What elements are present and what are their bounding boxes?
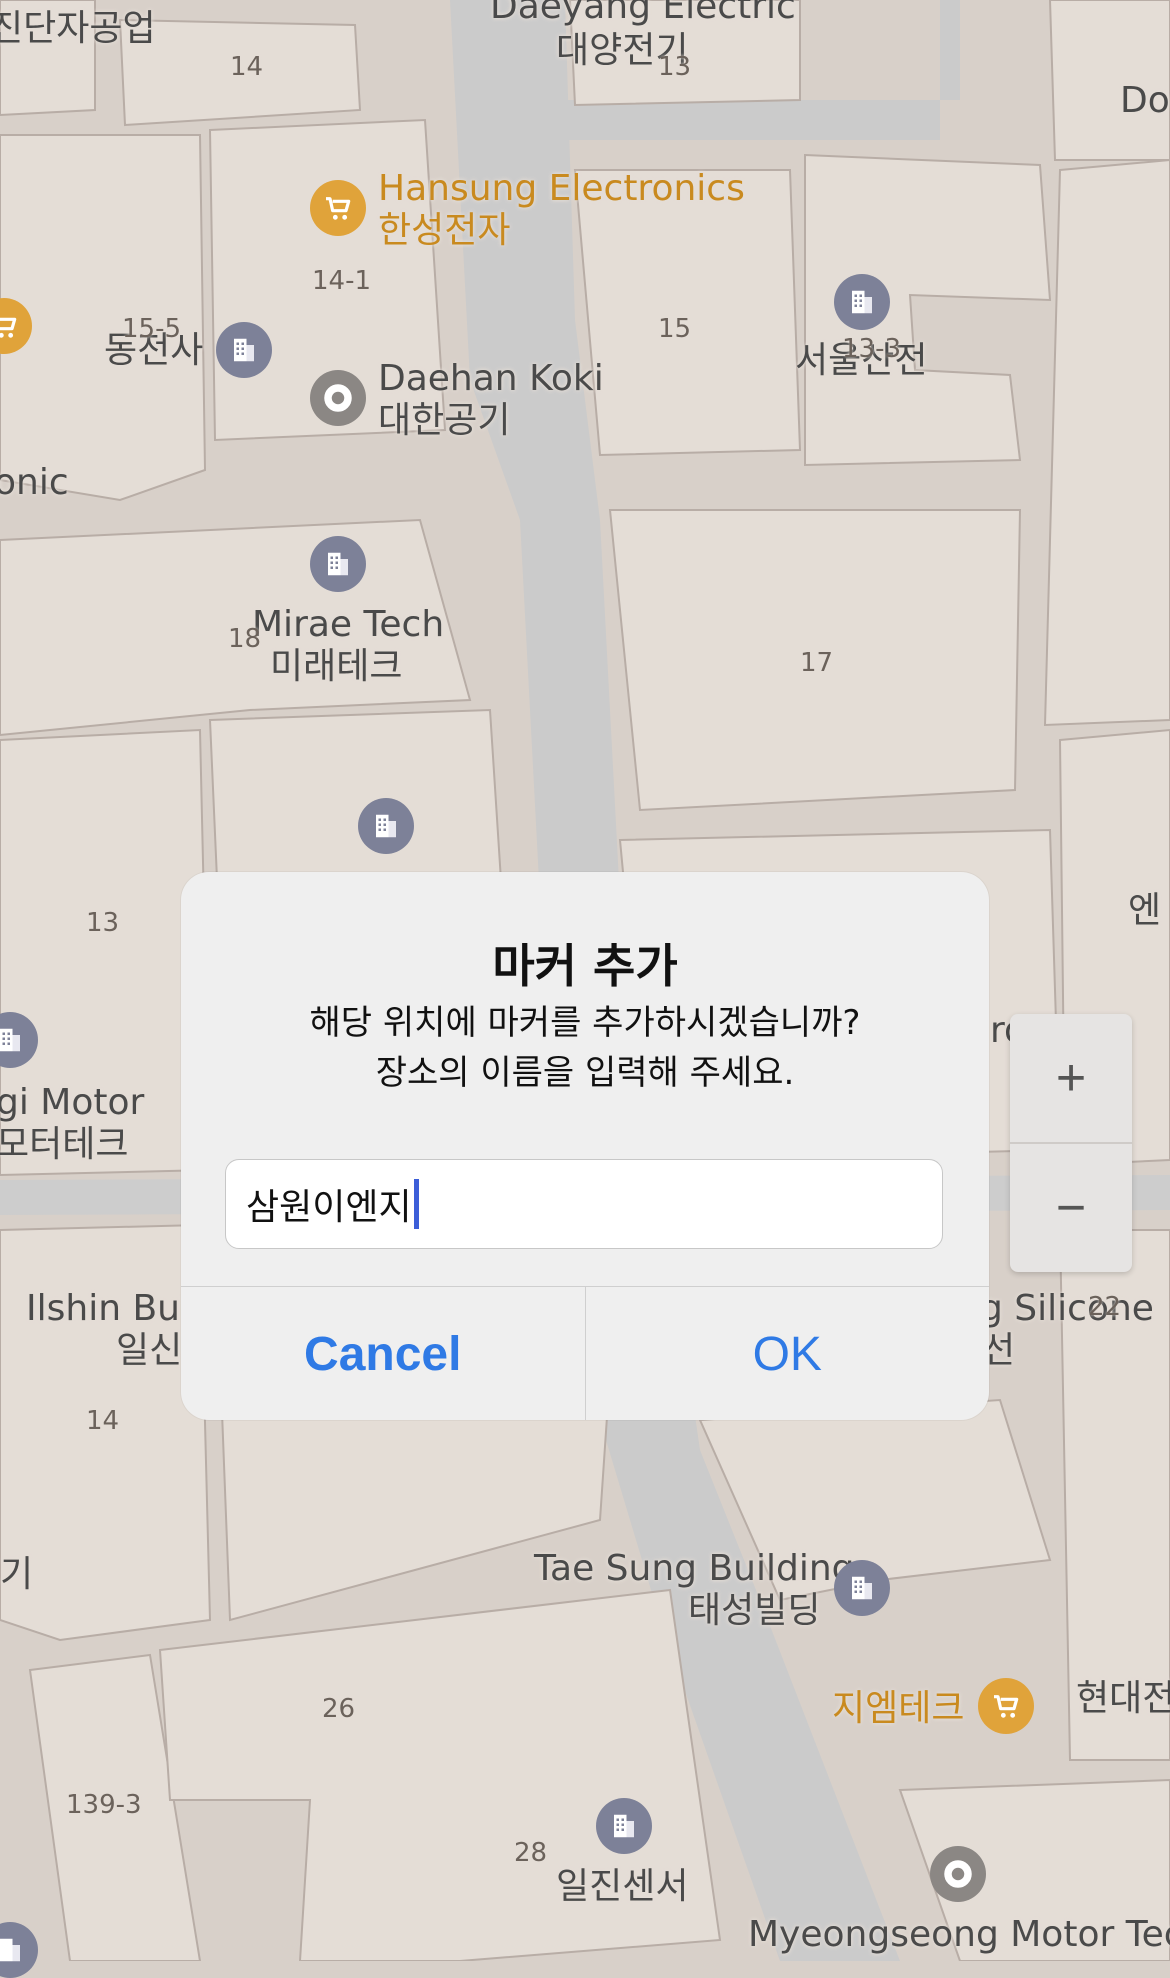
place-icon[interactable] — [310, 370, 366, 426]
lot-number: 14 — [230, 52, 264, 82]
lot-number: 18 — [228, 624, 262, 654]
map-label: 진단자공업 — [0, 8, 156, 49]
text-cursor — [413, 1179, 419, 1229]
dialog-message: 해당 위치에 마커를 추가하시겠습니까? 장소의 이름을 입력해 주세요. — [211, 998, 959, 1098]
map-label: Daehan Koki — [378, 358, 604, 399]
building-icon[interactable] — [596, 1798, 652, 1854]
map-label: 엔 — [1128, 890, 1162, 931]
building-icon[interactable] — [216, 322, 272, 378]
dialog-buttons: Cancel OK — [181, 1286, 989, 1420]
dialog-message-line: 장소의 이름을 입력해 주세요. — [375, 1053, 795, 1093]
lot-number: 28 — [514, 1838, 548, 1868]
map-label: onic — [0, 462, 69, 503]
lot-number: 26 — [322, 1694, 356, 1724]
building-icon[interactable] — [310, 536, 366, 592]
lot-number: 13 — [86, 908, 120, 938]
map-label: 일진센서 — [556, 1866, 689, 1907]
map-label: 모터테크 — [0, 1124, 129, 1165]
zoom-out-button[interactable]: − — [1010, 1142, 1132, 1272]
ok-button[interactable]: OK — [586, 1287, 990, 1420]
map-label: 대한공기 — [378, 400, 511, 441]
map-label: Myeongseong Motor Tech — [748, 1914, 1170, 1955]
map-label: Daeyang Electric — [490, 0, 796, 27]
building-icon[interactable] — [358, 798, 414, 854]
zoom-control: + − — [1010, 1014, 1132, 1272]
building-icon[interactable] — [834, 1560, 890, 1616]
lot-number: 17 — [800, 648, 834, 678]
map-label: gi Motor — [0, 1082, 145, 1123]
map-label: 미래테크 — [270, 646, 403, 687]
building-icon[interactable] — [834, 274, 890, 330]
lot-number: 14-1 — [312, 266, 372, 296]
map-label: Ilshin Buil — [26, 1288, 200, 1329]
map-label: 일신 — [116, 1330, 183, 1371]
cancel-button[interactable]: Cancel — [181, 1287, 586, 1420]
lot-number: 13-3 — [842, 334, 902, 364]
map-label: g Silicone — [980, 1288, 1154, 1329]
lot-number: 14 — [86, 1406, 120, 1436]
map-label: 한성전자 — [378, 210, 511, 251]
lot-number: 22 — [1088, 1292, 1122, 1322]
add-marker-dialog: 마커 추가 해당 위치에 마커를 추가하시겠습니까? 장소의 이름을 입력해 주… — [181, 872, 989, 1420]
zoom-in-button[interactable]: + — [1010, 1014, 1132, 1142]
map-label: 지엠테크 — [832, 1688, 965, 1729]
lot-number: 139-3 — [66, 1790, 142, 1820]
dialog-message-line: 해당 위치에 마커를 추가하시겠습니까? — [309, 1003, 861, 1043]
lot-number: 13 — [658, 52, 692, 82]
map-label: Hansung Electronics — [378, 168, 745, 209]
place-name-input[interactable]: 삼원이엔지 — [225, 1159, 943, 1249]
map-label: 태성빌딩 — [688, 1590, 821, 1631]
dialog-title: 마커 추가 — [492, 939, 678, 993]
map-label: Mirae Tech — [252, 604, 445, 645]
lot-number: 15 — [658, 314, 692, 344]
shop-icon[interactable] — [978, 1678, 1034, 1734]
place-icon[interactable] — [930, 1846, 986, 1902]
shop-icon[interactable] — [310, 180, 366, 236]
map-label: Tae Sung Building — [534, 1548, 855, 1589]
map-label: 현대전 — [1076, 1678, 1170, 1719]
place-name-value: 삼원이엔지 — [246, 1187, 412, 1228]
map-label: Do — [1120, 80, 1170, 121]
lot-number: 15-5 — [122, 314, 182, 344]
map-label: 기 — [0, 1554, 34, 1595]
